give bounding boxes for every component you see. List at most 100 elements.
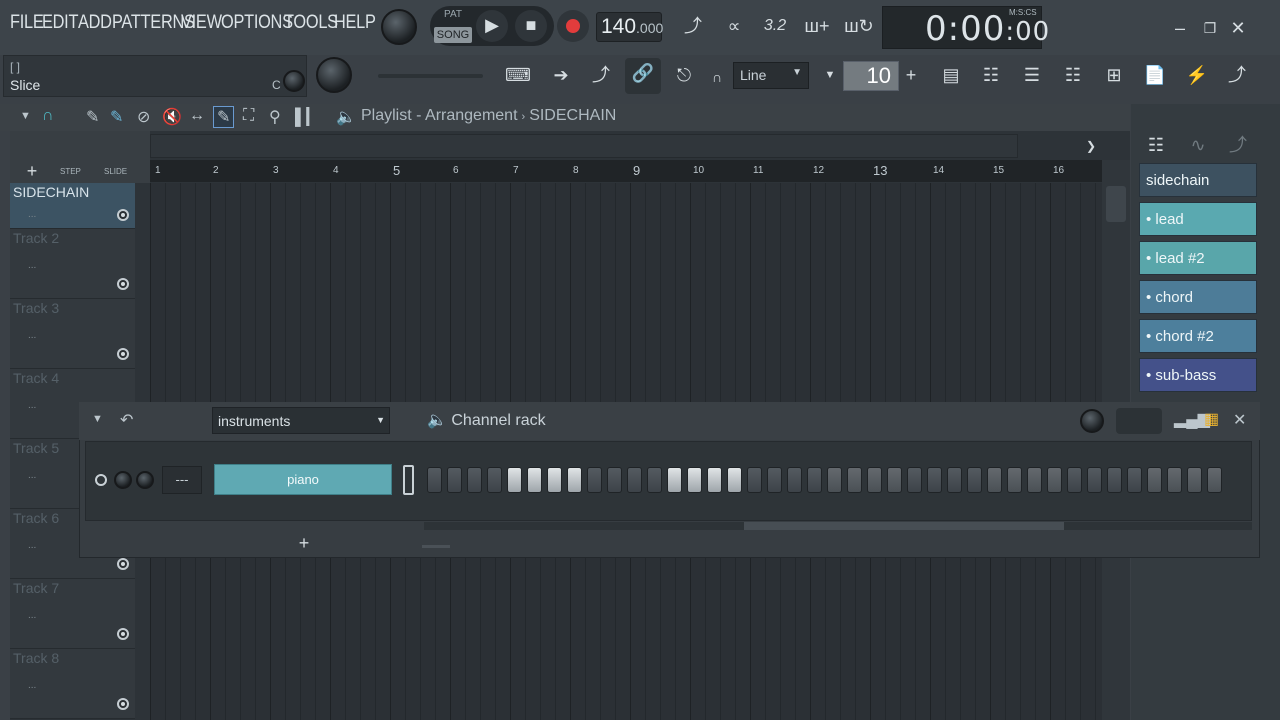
metronome-icon[interactable]: ⤴ (678, 11, 708, 41)
restore-icon[interactable]: ❐ (1198, 13, 1222, 43)
step-button[interactable] (507, 467, 522, 493)
track-mute-icon[interactable] (117, 558, 129, 570)
track-more-icon[interactable]: ... (28, 540, 36, 551)
step-button[interactable] (727, 467, 742, 493)
track-more-icon[interactable]: ... (28, 680, 36, 691)
menu-add[interactable]: ADD (78, 12, 112, 34)
channel-group-select[interactable]: instruments ▼ (212, 407, 390, 434)
channel-pan-knob[interactable] (114, 471, 132, 489)
scroll-right-icon[interactable]: ❯ (1080, 134, 1102, 158)
step-button[interactable] (887, 467, 902, 493)
link-icon[interactable]: 🔗 (625, 58, 661, 94)
minimize-icon[interactable]: – (1168, 13, 1192, 43)
play-icon[interactable]: ▶ (476, 10, 508, 42)
step-button[interactable] (1027, 467, 1042, 493)
step-button[interactable] (1107, 467, 1122, 493)
track-header[interactable]: Track 8... (10, 649, 135, 719)
zoom-icon[interactable]: ⚲ (269, 107, 281, 127)
step-button[interactable] (907, 467, 922, 493)
arrow-right-icon[interactable]: ➔ (545, 60, 577, 90)
track-mute-icon[interactable] (117, 698, 129, 710)
snap-chevron-icon[interactable]: ▼ (820, 60, 840, 90)
step-button[interactable] (487, 467, 502, 493)
track-header[interactable]: Track 3... (10, 299, 135, 369)
master-volume-knob[interactable] (316, 57, 352, 93)
step-button[interactable] (927, 467, 942, 493)
step-button[interactable] (547, 467, 562, 493)
plugin-icon[interactable]: ⚡ (1182, 60, 1212, 90)
track-more-icon[interactable]: ... (28, 470, 36, 481)
menu-file[interactable]: FILE (10, 12, 44, 34)
menu-edit[interactable]: EDIT (42, 12, 78, 34)
step-button[interactable] (1167, 467, 1182, 493)
loop-record-icon[interactable]: ш↻ (842, 11, 876, 41)
menu-view[interactable]: VIEW (181, 12, 222, 34)
step-button[interactable] (627, 467, 642, 493)
pattern-item[interactable]: • chord #2 (1139, 319, 1257, 353)
rack-scroll-thumb[interactable] (744, 522, 1064, 530)
step-button[interactable] (867, 467, 882, 493)
record-button[interactable] (557, 10, 589, 42)
menu-help[interactable]: HELP (334, 12, 376, 34)
mute-icon[interactable]: 🔇 (162, 107, 182, 127)
piano-icon[interactable]: ☷ (1143, 130, 1169, 160)
step-button[interactable] (1207, 467, 1222, 493)
magnet-icon[interactable]: ∩ (42, 107, 54, 125)
track-mute-icon[interactable] (117, 628, 129, 640)
automation-icon[interactable]: ⤴ (1225, 130, 1251, 160)
scroll-thumb[interactable] (1106, 186, 1126, 222)
step-button[interactable] (1187, 467, 1202, 493)
step-sequencer-icon[interactable]: ▦ (1204, 409, 1219, 429)
step-button[interactable] (987, 467, 1002, 493)
countdown-icon[interactable]: 3.2 (758, 11, 792, 41)
slice-icon[interactable]: ✎ (213, 106, 235, 128)
tempo-display[interactable]: 140.000 (596, 12, 663, 42)
step-button[interactable] (1127, 467, 1142, 493)
step-button[interactable] (427, 467, 442, 493)
pattern-item[interactable]: sidechain (1139, 163, 1257, 197)
playlist-window-icon[interactable]: ▤ (936, 60, 966, 90)
pencil-curve-icon[interactable]: ⤴ (585, 60, 617, 90)
step-button[interactable] (767, 467, 782, 493)
mixer-icon[interactable]: ☷ (1058, 60, 1088, 90)
add-track-icon[interactable]: + (20, 156, 44, 186)
song-mode[interactable]: SONG (434, 27, 472, 43)
browser-icon[interactable]: ⊞ (1099, 60, 1129, 90)
step-button[interactable] (807, 467, 822, 493)
rack-close-icon[interactable]: ✕ (1233, 410, 1246, 430)
step-button[interactable] (607, 467, 622, 493)
select-icon[interactable]: ⛶ (243, 107, 254, 125)
track-mute-icon[interactable] (117, 278, 129, 290)
step-button[interactable] (527, 467, 542, 493)
track-more-icon[interactable]: ... (28, 610, 36, 621)
close-icon[interactable]: ✕ (1226, 13, 1250, 43)
paint-icon[interactable]: ✎ (110, 107, 123, 127)
playlist-menu-icon[interactable]: ▼ (20, 110, 31, 122)
step-button[interactable] (1067, 467, 1082, 493)
slide-toggle[interactable]: SLIDE (104, 167, 127, 176)
step-button[interactable] (847, 467, 862, 493)
playback-icon[interactable]: ▌▎ (295, 107, 319, 127)
channel-select-indicator[interactable] (403, 465, 414, 495)
step-edit-icon[interactable]: ш+ (800, 11, 834, 41)
rack-scrollbar[interactable] (424, 522, 1252, 530)
pattern-item[interactable]: • lead (1139, 202, 1257, 236)
stop-icon[interactable]: ■ (515, 10, 547, 42)
step-button[interactable] (647, 467, 662, 493)
track-more-icon[interactable]: ... (28, 260, 36, 271)
performance-icon[interactable]: ⤴ (1222, 60, 1252, 90)
track-more-icon[interactable]: ... (28, 209, 36, 220)
piano-roll-icon[interactable]: ☷ (976, 60, 1006, 90)
step-button[interactable] (1007, 467, 1022, 493)
channel-volume-knob[interactable] (136, 471, 154, 489)
menu-tools[interactable]: TOOLS (284, 12, 338, 34)
track-more-icon[interactable]: ... (28, 400, 36, 411)
rack-options[interactable] (1116, 408, 1162, 434)
mixer-track-select[interactable]: --- (162, 466, 202, 494)
delete-icon[interactable]: ⊘ (137, 107, 150, 127)
track-header[interactable]: SIDECHAIN... (10, 183, 135, 229)
step-button[interactable] (827, 467, 842, 493)
timeline-ruler[interactable]: 1 2 3 4 5 6 7 8 9 10 11 12 13 14 15 16 (150, 160, 1102, 182)
step-button[interactable] (567, 467, 582, 493)
track-header[interactable]: Track 7... (10, 579, 135, 649)
